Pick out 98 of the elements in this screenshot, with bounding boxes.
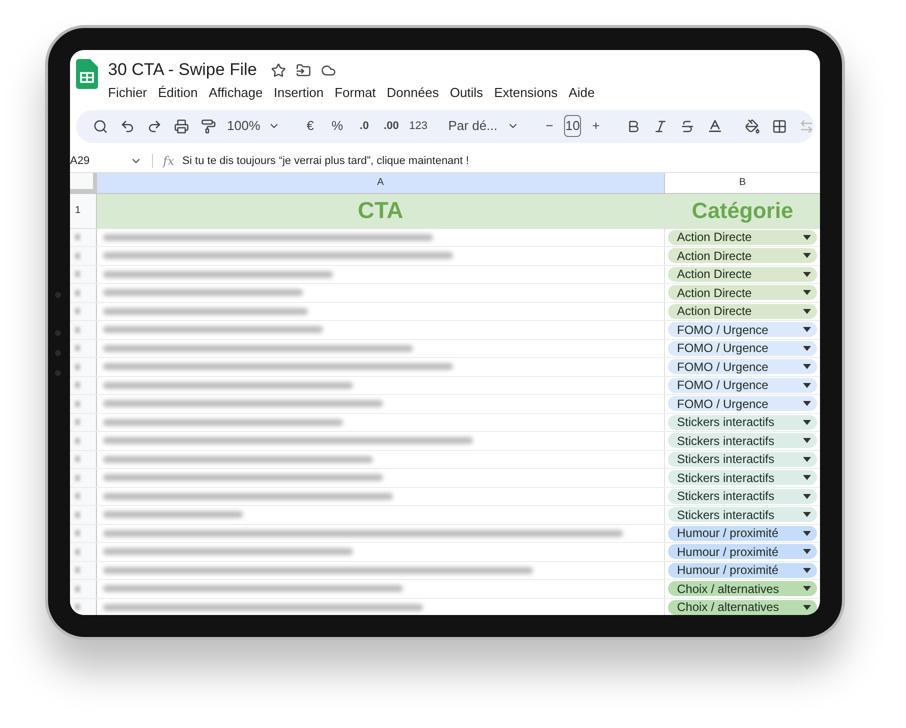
category-chip[interactable]: FOMO / Urgence bbox=[668, 359, 817, 374]
blurred-number bbox=[75, 419, 80, 426]
caret-icon bbox=[803, 382, 811, 388]
menu-item[interactable]: Extensions bbox=[494, 83, 558, 102]
blurred-number bbox=[75, 290, 80, 296]
blurred-number bbox=[75, 271, 80, 278]
blurred-number bbox=[75, 548, 80, 555]
menu-item[interactable]: Affichage bbox=[208, 83, 263, 102]
blurred-number bbox=[75, 234, 80, 240]
category-chip[interactable]: Humour / proximité bbox=[668, 562, 817, 578]
caret-icon bbox=[803, 586, 811, 592]
formula-field[interactable]: Si tu te dis toujours “je verrai plus tard”, clique maintenant ! bbox=[182, 152, 469, 170]
decrease-size-button[interactable]: − bbox=[537, 114, 562, 138]
blurred-number bbox=[75, 308, 80, 314]
category-chip[interactable]: Action Directe bbox=[668, 248, 817, 264]
row-number: 1 bbox=[70, 194, 97, 228]
category-chip[interactable]: Action Directe bbox=[668, 285, 817, 300]
document-title[interactable]: 30 CTA - Swipe File bbox=[108, 59, 257, 81]
caret-icon bbox=[803, 272, 811, 277]
category-chip[interactable]: FOMO / Urgence bbox=[668, 378, 817, 393]
caret-icon bbox=[803, 308, 811, 314]
category-chip[interactable]: Stickers interactifs bbox=[668, 414, 817, 430]
category-chip[interactable]: Stickers interactifs bbox=[668, 452, 817, 467]
caret-icon bbox=[803, 327, 811, 332]
blurred-number bbox=[75, 345, 80, 352]
category-chip[interactable]: Action Directe bbox=[668, 230, 817, 245]
caret-icon bbox=[803, 234, 811, 240]
blurred-number bbox=[75, 530, 80, 536]
caret-icon bbox=[803, 475, 811, 480]
caret-icon bbox=[803, 530, 811, 536]
side-sensor-icon bbox=[55, 350, 61, 356]
caret-icon bbox=[803, 364, 811, 370]
blurred-number bbox=[75, 456, 80, 462]
category-chip[interactable]: FOMO / Urgence bbox=[668, 340, 817, 356]
caret-icon bbox=[803, 549, 811, 554]
caret-icon bbox=[803, 438, 811, 444]
column-header[interactable]: A bbox=[97, 172, 665, 192]
number-format-button[interactable]: 123 bbox=[406, 114, 430, 138]
blurred-number bbox=[75, 586, 80, 592]
fx-label: fx bbox=[163, 153, 174, 170]
blurred-number bbox=[75, 382, 80, 388]
blurred-number bbox=[75, 474, 80, 481]
blurred-number bbox=[75, 400, 80, 407]
sheets-logo-icon[interactable] bbox=[76, 59, 98, 89]
star-icon[interactable] bbox=[270, 62, 286, 78]
menu-item[interactable]: Édition bbox=[158, 83, 198, 102]
side-sensor-icon bbox=[55, 292, 61, 298]
table-cell: Catégorie bbox=[665, 194, 820, 228]
category-chip[interactable]: Choix / alternatives bbox=[668, 581, 817, 596]
category-chip[interactable]: Stickers interactifs bbox=[668, 433, 817, 448]
category-chip[interactable]: Humour / proximité bbox=[668, 544, 817, 560]
name-box[interactable]: A29 bbox=[70, 152, 130, 170]
blurred-number bbox=[75, 604, 80, 610]
menu-item[interactable]: Aide bbox=[568, 83, 595, 102]
blurred-number bbox=[75, 567, 80, 574]
menu-item[interactable]: Outils bbox=[450, 83, 484, 102]
caret-icon bbox=[803, 253, 811, 258]
currency-button[interactable]: € bbox=[298, 114, 322, 138]
folder-icon[interactable] bbox=[296, 62, 311, 78]
increase-size-button[interactable]: + bbox=[584, 114, 608, 138]
menu-item[interactable]: Données bbox=[386, 83, 439, 102]
caret-icon bbox=[803, 346, 811, 351]
font-dropdown[interactable]: Par dé... bbox=[444, 116, 524, 136]
category-chip[interactable]: Humour / proximité bbox=[668, 526, 817, 541]
caret-icon bbox=[803, 401, 811, 406]
category-chip[interactable]: Stickers interactifs bbox=[668, 507, 817, 522]
caret-icon bbox=[803, 420, 811, 425]
table-cell: CTA bbox=[97, 194, 665, 228]
caret-icon bbox=[803, 290, 811, 296]
percent-button[interactable]: % bbox=[325, 114, 350, 138]
caret-icon bbox=[803, 456, 811, 462]
caret-icon bbox=[803, 568, 811, 573]
menu-item[interactable]: Fichier bbox=[108, 83, 148, 102]
menu-item[interactable]: Format bbox=[334, 83, 376, 102]
side-sensor-icon bbox=[55, 330, 61, 336]
font-size-field[interactable]: 10 bbox=[564, 115, 581, 137]
category-chip[interactable]: FOMO / Urgence bbox=[668, 396, 817, 412]
menu-item[interactable]: Insertion bbox=[274, 83, 324, 102]
blurred-number bbox=[75, 512, 80, 518]
blurred-number bbox=[75, 364, 80, 370]
blurred-number bbox=[75, 252, 80, 259]
caret-icon bbox=[803, 494, 811, 499]
increase-decimal-button[interactable]: .00 bbox=[379, 114, 404, 138]
category-chip[interactable]: Action Directe bbox=[668, 304, 817, 319]
category-chip[interactable]: FOMO / Urgence bbox=[668, 322, 817, 338]
category-chip[interactable]: Stickers interactifs bbox=[668, 470, 817, 486]
side-sensor-icon bbox=[55, 370, 61, 376]
blurred-number bbox=[75, 326, 80, 333]
category-chip[interactable]: Choix / alternatives bbox=[668, 600, 817, 615]
caret-icon bbox=[803, 604, 811, 610]
decrease-decimal-button[interactable]: .0 bbox=[352, 114, 376, 138]
category-chip[interactable]: Stickers interactifs bbox=[668, 488, 817, 504]
blurred-number bbox=[75, 493, 80, 500]
caret-icon bbox=[803, 512, 811, 518]
cloud-icon[interactable] bbox=[320, 62, 336, 78]
zoom-dropdown[interactable]: 100% bbox=[223, 116, 284, 136]
blurred-number bbox=[75, 438, 80, 444]
category-chip[interactable]: Action Directe bbox=[668, 266, 817, 282]
